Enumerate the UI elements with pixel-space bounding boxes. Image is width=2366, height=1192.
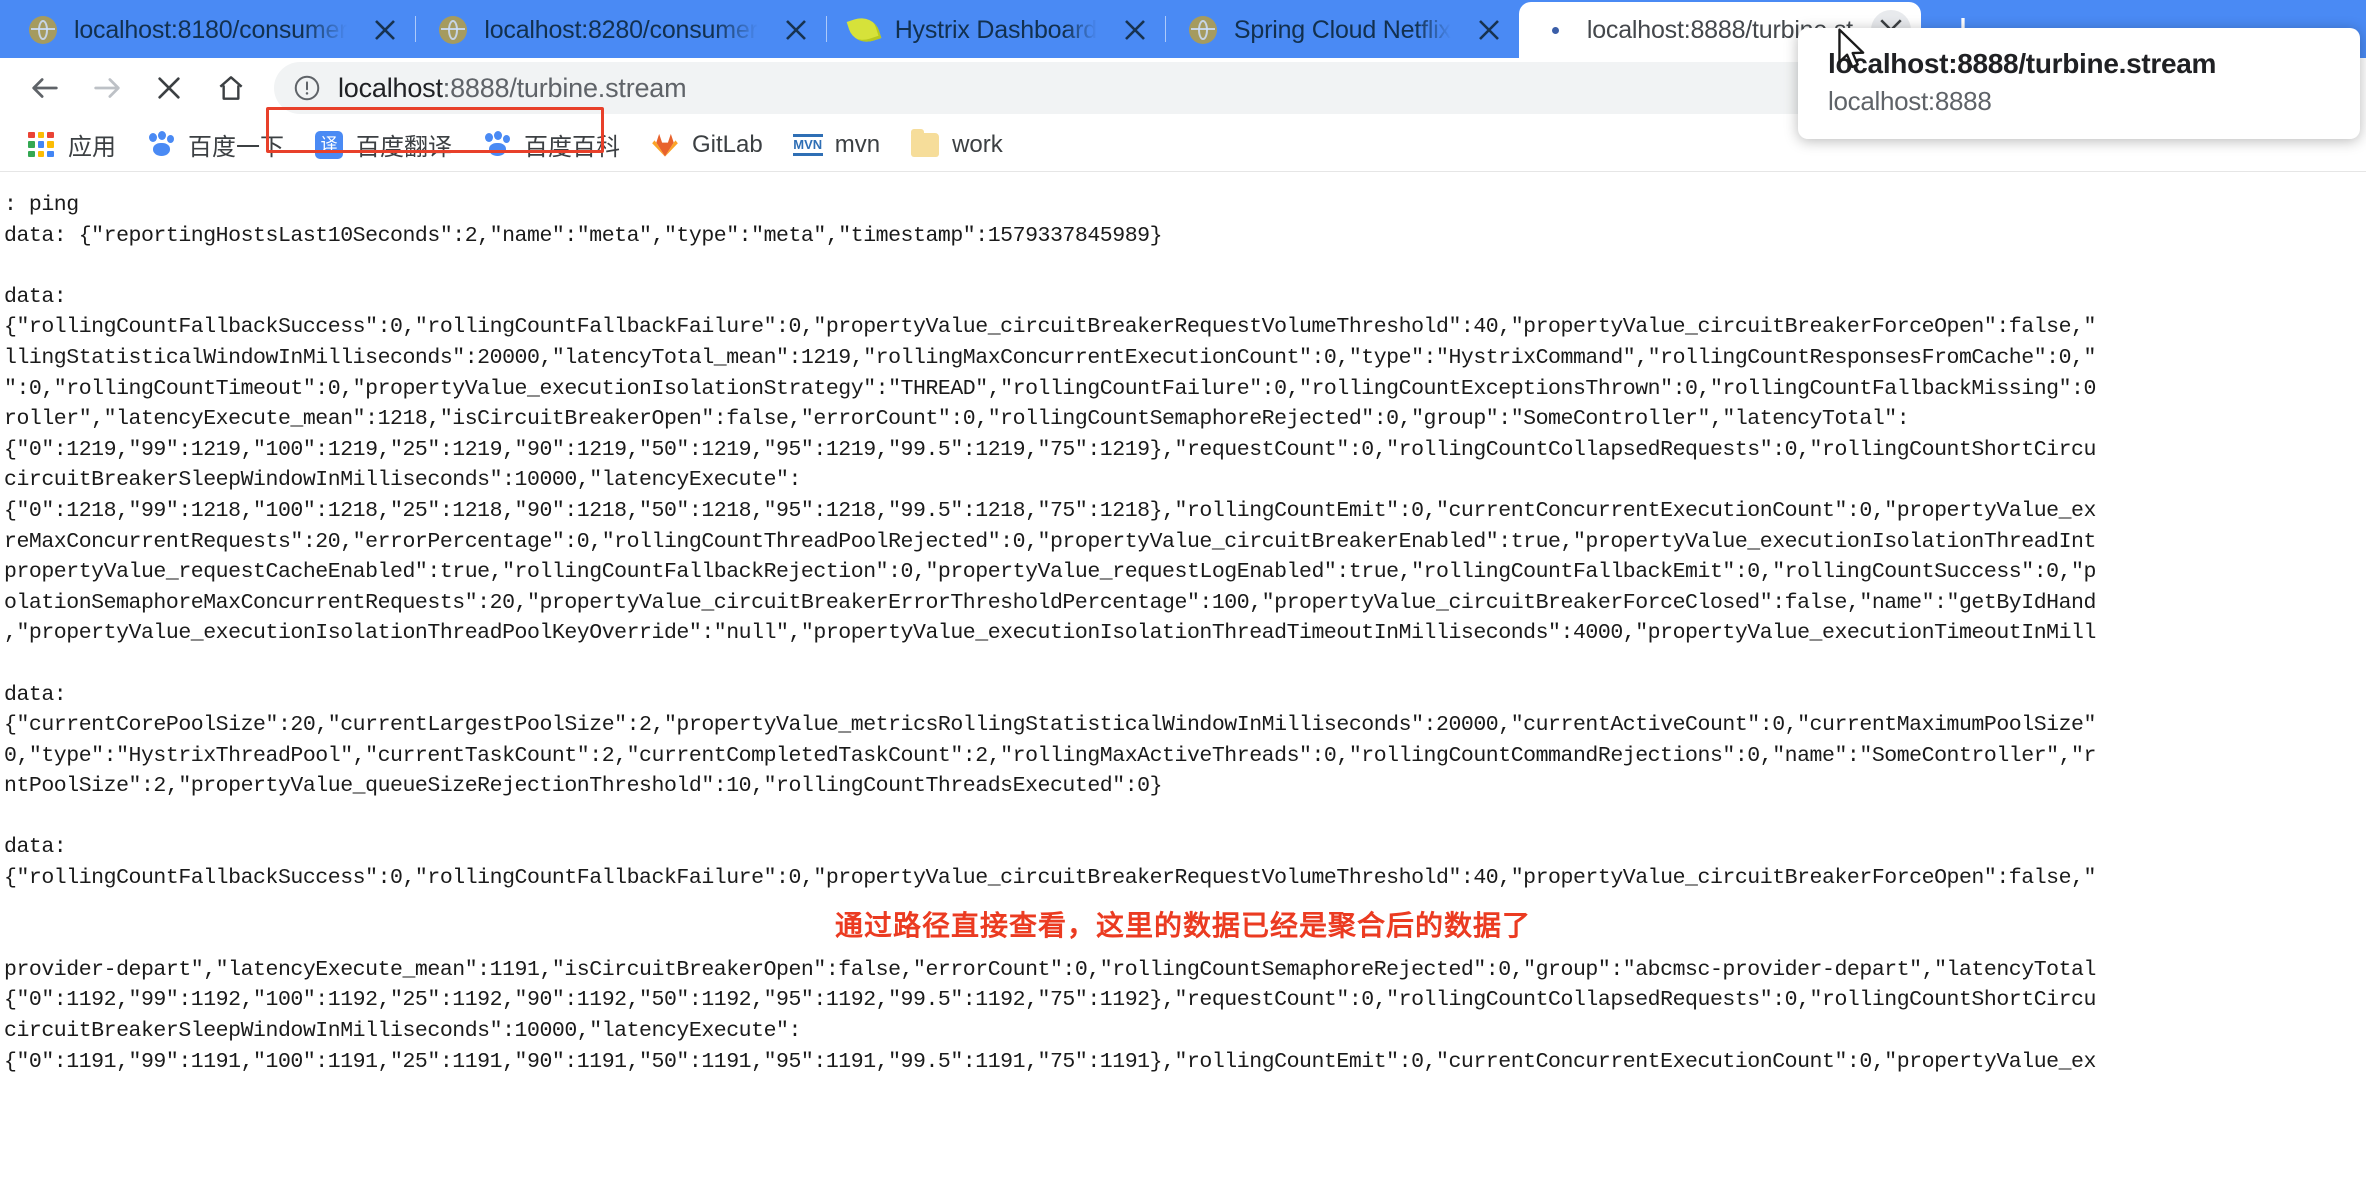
bookmark-work-folder[interactable]: work	[898, 123, 1015, 167]
page-content: : ping data: {"reportingHostsLast10Secon…	[0, 172, 2366, 1192]
baidu-fanyi-icon: 译	[314, 130, 344, 160]
maven-icon: MVN	[792, 130, 823, 160]
home-button[interactable]	[200, 60, 262, 116]
address-host: localhost	[338, 72, 443, 103]
browser-tab-1[interactable]: localhost:8280/consumer	[416, 2, 825, 58]
bookmark-label: 百度一下	[188, 134, 284, 161]
bookmark-gitlab[interactable]: GitLab	[638, 123, 775, 167]
bookmark-label: mvn	[834, 130, 881, 158]
tooltip-subtitle: localhost:8888	[1828, 86, 1992, 116]
bookmark-apps[interactable]: 应用	[14, 123, 128, 167]
tab-title: localhost:8280/consumer	[484, 15, 758, 44]
dot-icon	[1541, 15, 1571, 45]
address-path: :8888/turbine.stream	[442, 72, 687, 103]
bookmark-baidu-search[interactable]: 百度一下	[134, 123, 296, 167]
apps-grid-icon	[26, 130, 56, 160]
bookmark-label: 百度百科	[524, 134, 620, 161]
close-icon[interactable]	[1469, 10, 1509, 50]
folder-icon	[910, 128, 940, 160]
browser-tab-0[interactable]: localhost:8180/consumer	[6, 2, 415, 58]
mvn-glyph: MVN	[792, 133, 823, 156]
globe-icon	[28, 15, 58, 45]
close-icon[interactable]	[365, 10, 405, 50]
close-icon[interactable]	[776, 10, 816, 50]
fanyi-glyph: 译	[315, 130, 343, 159]
bookmark-baidu-baike[interactable]: 百度百科	[470, 123, 632, 167]
address-bar-text: localhost:8888/turbine.stream	[338, 72, 687, 104]
gitlab-fox-icon	[650, 130, 680, 160]
close-icon[interactable]	[1115, 10, 1155, 50]
globe-icon	[1188, 15, 1218, 45]
forward-button[interactable]	[76, 60, 138, 116]
tab-title: localhost:8180/consumer	[74, 15, 348, 44]
red-annotation-text: 通过路径直接查看，这里的数据已经是聚合后的数据了	[0, 898, 2366, 950]
tab-title: Spring Cloud Netflix	[1233, 15, 1451, 44]
bookmark-label: work	[952, 130, 1003, 158]
globe-icon	[438, 15, 468, 45]
baidu-paw-icon	[482, 130, 512, 160]
info-circle-icon[interactable]	[292, 73, 322, 103]
bookmark-label: 应用	[68, 134, 116, 161]
tooltip-title: localhost:8888/turbine.stream	[1828, 48, 2217, 79]
bookmark-label: GitLab	[692, 130, 763, 158]
bookmark-baidu-translate[interactable]: 译 百度翻译	[302, 123, 464, 167]
spring-leaf-icon	[846, 13, 882, 47]
browser-tab-3[interactable]: Spring Cloud Netflix	[1166, 2, 1519, 58]
bookmark-mvn[interactable]: MVN mvn	[781, 123, 892, 167]
tab-title: Hystrix Dashboard	[894, 15, 1097, 44]
bookmark-label: 百度翻译	[356, 134, 452, 161]
back-button[interactable]	[14, 60, 76, 116]
stop-button[interactable]	[138, 60, 200, 116]
tab-hover-tooltip: localhost:8888/turbine.stream localhost:…	[1798, 28, 2360, 139]
browser-tab-2[interactable]: Hystrix Dashboard	[827, 2, 1165, 58]
baidu-paw-icon	[146, 130, 176, 160]
